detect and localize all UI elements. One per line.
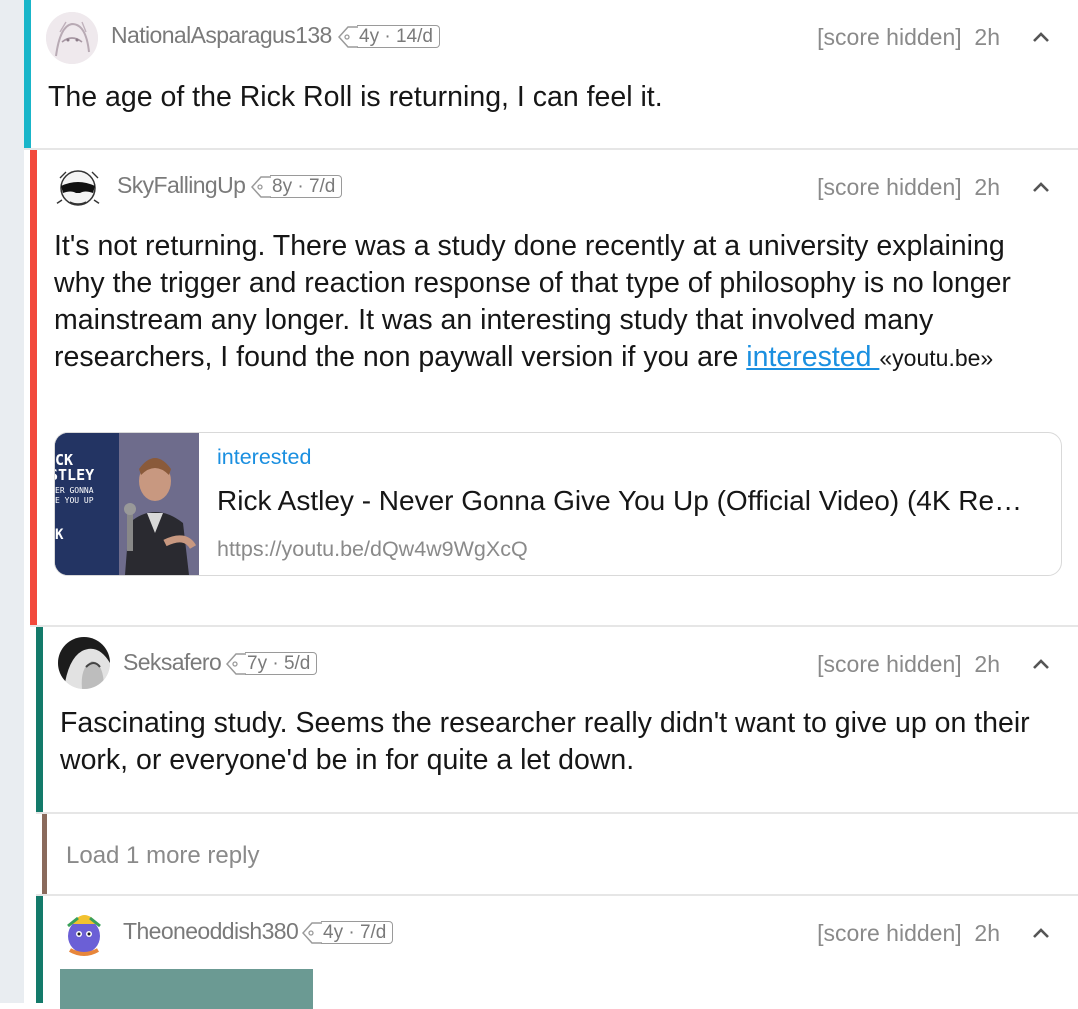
comment-header: Seksafero 7y · 5/d [score hidden] 2h	[36, 627, 1078, 689]
chevron-up-icon[interactable]	[1030, 922, 1052, 944]
user-flair: 8y · 7/d	[250, 174, 343, 198]
card-title: Rick Astley - Never Gonna Give You Up (O…	[217, 485, 1045, 516]
comment-header: Theoneoddish380 4y · 7/d [score hidden] …	[36, 896, 1078, 958]
flair-text: 8y · 7/d	[270, 174, 343, 198]
load-more-replies[interactable]: Load 1 more reply	[66, 842, 259, 870]
score-hidden-label: [score hidden] 2h	[817, 920, 1000, 947]
username[interactable]: Theoneoddish380	[123, 918, 299, 945]
avatar-image-icon	[58, 637, 110, 689]
chevron-up-icon[interactable]	[1030, 26, 1052, 48]
user-flair: 4y · 7/d	[301, 920, 394, 944]
avatar[interactable]	[46, 12, 98, 64]
link-preview-card[interactable]: CK STLEY ER GONNA E YOU UP K interested …	[54, 432, 1062, 576]
comment: SkyFallingUp 8y · 7/d [score hidden] 2h …	[30, 150, 1078, 625]
card-url: https://youtu.be/dQw4w9WgXcQ	[217, 537, 528, 561]
depth-bar	[42, 814, 47, 894]
comment-age: 2h	[974, 174, 1000, 200]
comment: Theoneoddish380 4y · 7/d [score hidden] …	[36, 896, 1078, 1009]
avatar[interactable]	[58, 637, 110, 689]
comment-body: Fascinating study. Seems the researcher …	[60, 707, 1030, 776]
depth-bar	[30, 150, 37, 625]
user-flair: 4y · 14/d	[337, 24, 440, 48]
comment-body: It's not returning. There was a study do…	[54, 228, 1042, 377]
image-preview[interactable]	[60, 969, 313, 1009]
flair-text: 4y · 14/d	[357, 24, 440, 48]
username[interactable]: Seksafero	[123, 649, 222, 676]
comment: Seksafero 7y · 5/d [score hidden] 2h Fas…	[36, 627, 1078, 812]
flair-text: 7y · 5/d	[245, 651, 318, 675]
load-more-row[interactable]: Load 1 more reply	[42, 814, 1078, 894]
comment-age: 2h	[974, 24, 1000, 50]
comment-header: NationalAsparagus138 4y · 14/d [score hi…	[24, 0, 1078, 64]
score-text: [score hidden]	[817, 24, 962, 50]
score-hidden-label: [score hidden] 2h	[817, 174, 1000, 201]
thumb-line: ER GONNA	[55, 486, 94, 495]
comment: NationalAsparagus138 4y · 14/d [score hi…	[24, 0, 1078, 150]
avatar[interactable]	[52, 162, 104, 214]
tag-icon	[250, 176, 271, 198]
chevron-up-icon[interactable]	[1030, 653, 1052, 675]
tag-icon	[225, 653, 246, 675]
score-hidden-label: [score hidden] 2h	[817, 651, 1000, 678]
comment-age: 2h	[974, 920, 1000, 946]
user-flair: 7y · 5/d	[225, 651, 318, 675]
comment-body: The age of the Rick Roll is returning, I…	[48, 81, 663, 113]
avatar-image-icon	[58, 906, 110, 958]
score-text: [score hidden]	[817, 920, 962, 946]
score-text: [score hidden]	[817, 174, 962, 200]
avatar[interactable]	[58, 906, 110, 958]
tag-icon	[337, 26, 358, 48]
comment-age: 2h	[974, 651, 1000, 677]
avatar-image-icon	[46, 12, 98, 64]
card-label: interested	[217, 445, 312, 469]
flair-text: 4y · 7/d	[321, 920, 394, 944]
comment-header: SkyFallingUp 8y · 7/d [score hidden] 2h	[30, 150, 1078, 214]
score-text: [score hidden]	[817, 651, 962, 677]
comment-link[interactable]: interested	[746, 341, 879, 373]
tag-icon	[301, 922, 322, 944]
video-thumbnail: CK STLEY ER GONNA E YOU UP K	[55, 433, 199, 575]
username[interactable]: SkyFallingUp	[117, 172, 246, 199]
thumb-line: STLEY	[55, 466, 95, 484]
link-domain: «youtu.be»	[879, 345, 994, 371]
avatar-image-icon	[55, 170, 101, 206]
thumbnail-caption: CK STLEY ER GONNA E YOU UP K	[55, 453, 94, 543]
score-hidden-label: [score hidden] 2h	[817, 24, 1000, 51]
thumb-line: K	[55, 527, 64, 543]
thread-gutter	[0, 0, 24, 1003]
username[interactable]: NationalAsparagus138	[111, 22, 332, 49]
chevron-up-icon[interactable]	[1030, 176, 1052, 198]
thumb-line: E YOU UP	[55, 496, 94, 505]
